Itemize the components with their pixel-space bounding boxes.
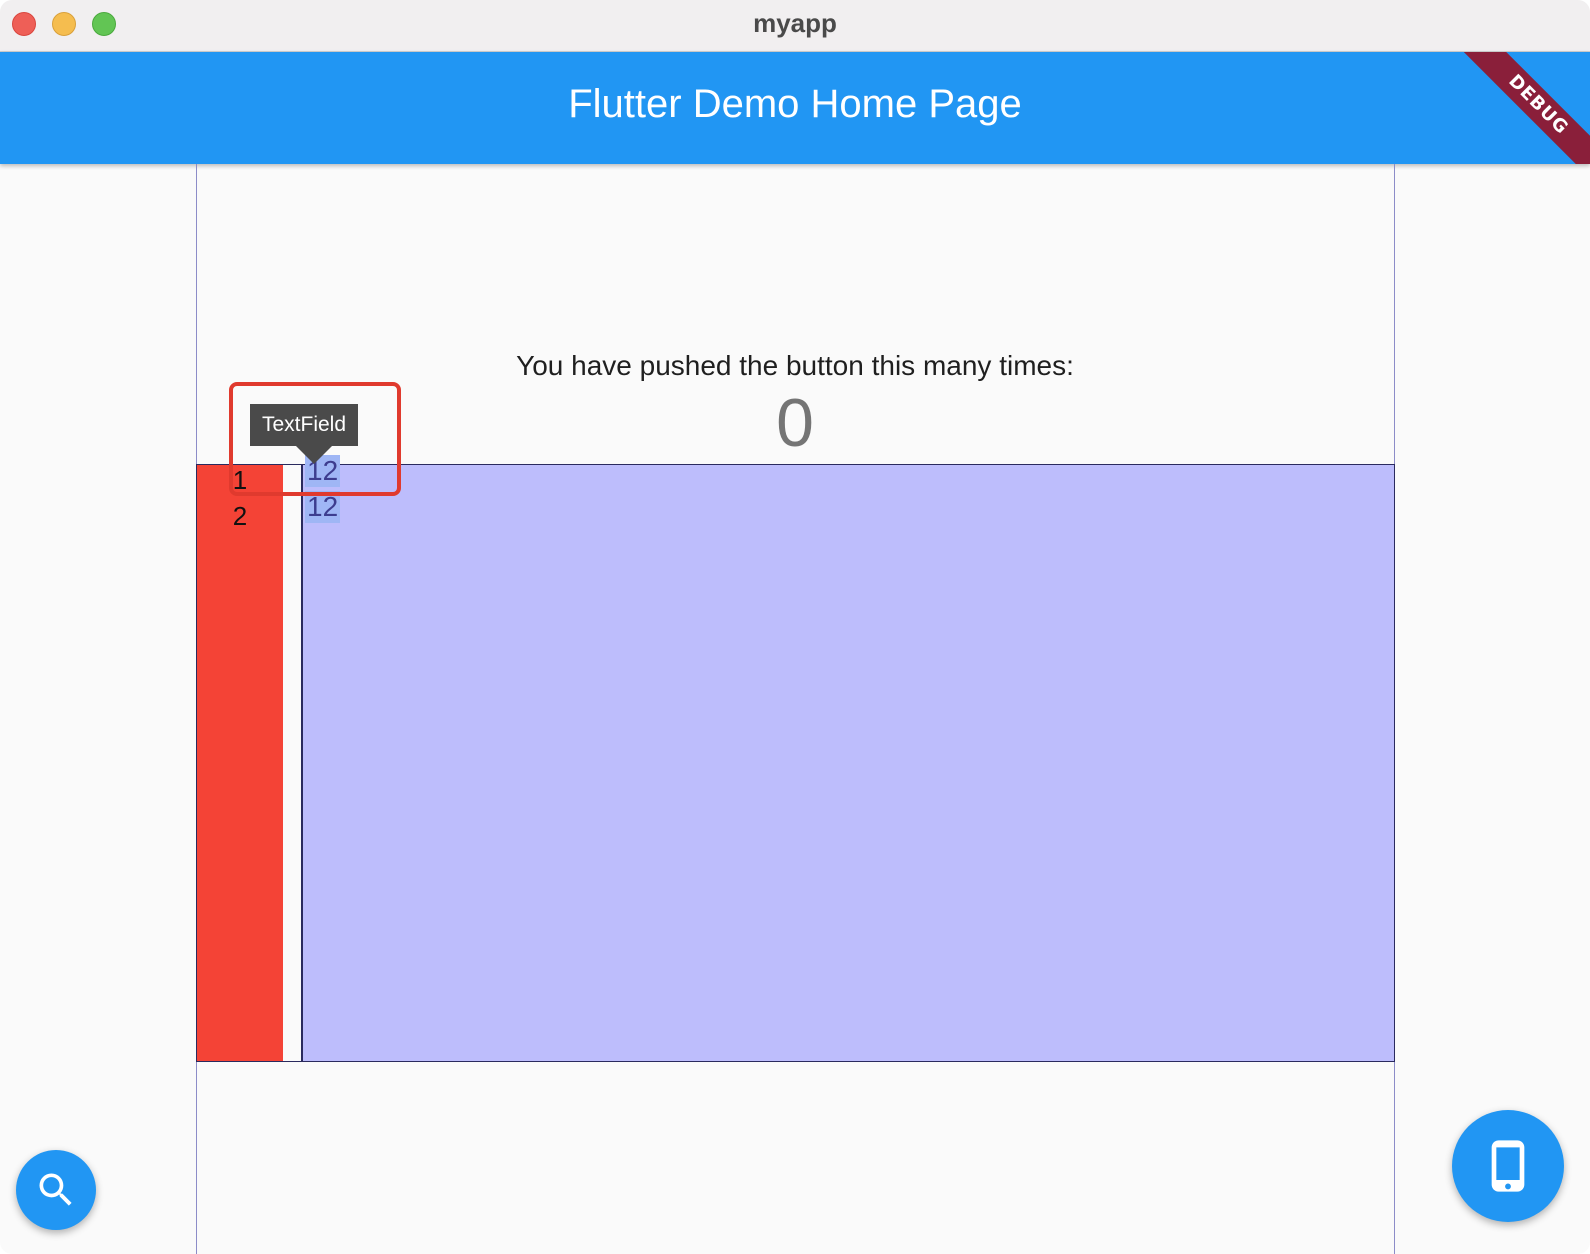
smartphone-icon [1491, 1140, 1525, 1192]
widget-tooltip: TextField [250, 404, 359, 446]
window-title: myapp [753, 8, 837, 38]
search-fab-button[interactable] [16, 1150, 96, 1230]
line-number-gutter: 1 2 [197, 465, 283, 1061]
search-icon [39, 1173, 72, 1206]
app-bar-title: Flutter Demo Home Page [568, 82, 1022, 126]
title-bar: myapp [0, 0, 1590, 52]
counter-label: You have pushed the button this many tim… [516, 350, 1074, 381]
code-editor[interactable]: 1 2 12 12 [196, 455, 1395, 1062]
gutter-separator [283, 465, 303, 1061]
app-bar: Flutter Demo Home Page DEBUG [0, 52, 1590, 164]
device-fab-button[interactable] [1452, 1110, 1564, 1222]
app-window: myapp Flutter Demo Home Page DEBUG You h… [0, 0, 1590, 1254]
line-number: 2 [232, 501, 248, 531]
tooltip-arrow [296, 446, 332, 464]
